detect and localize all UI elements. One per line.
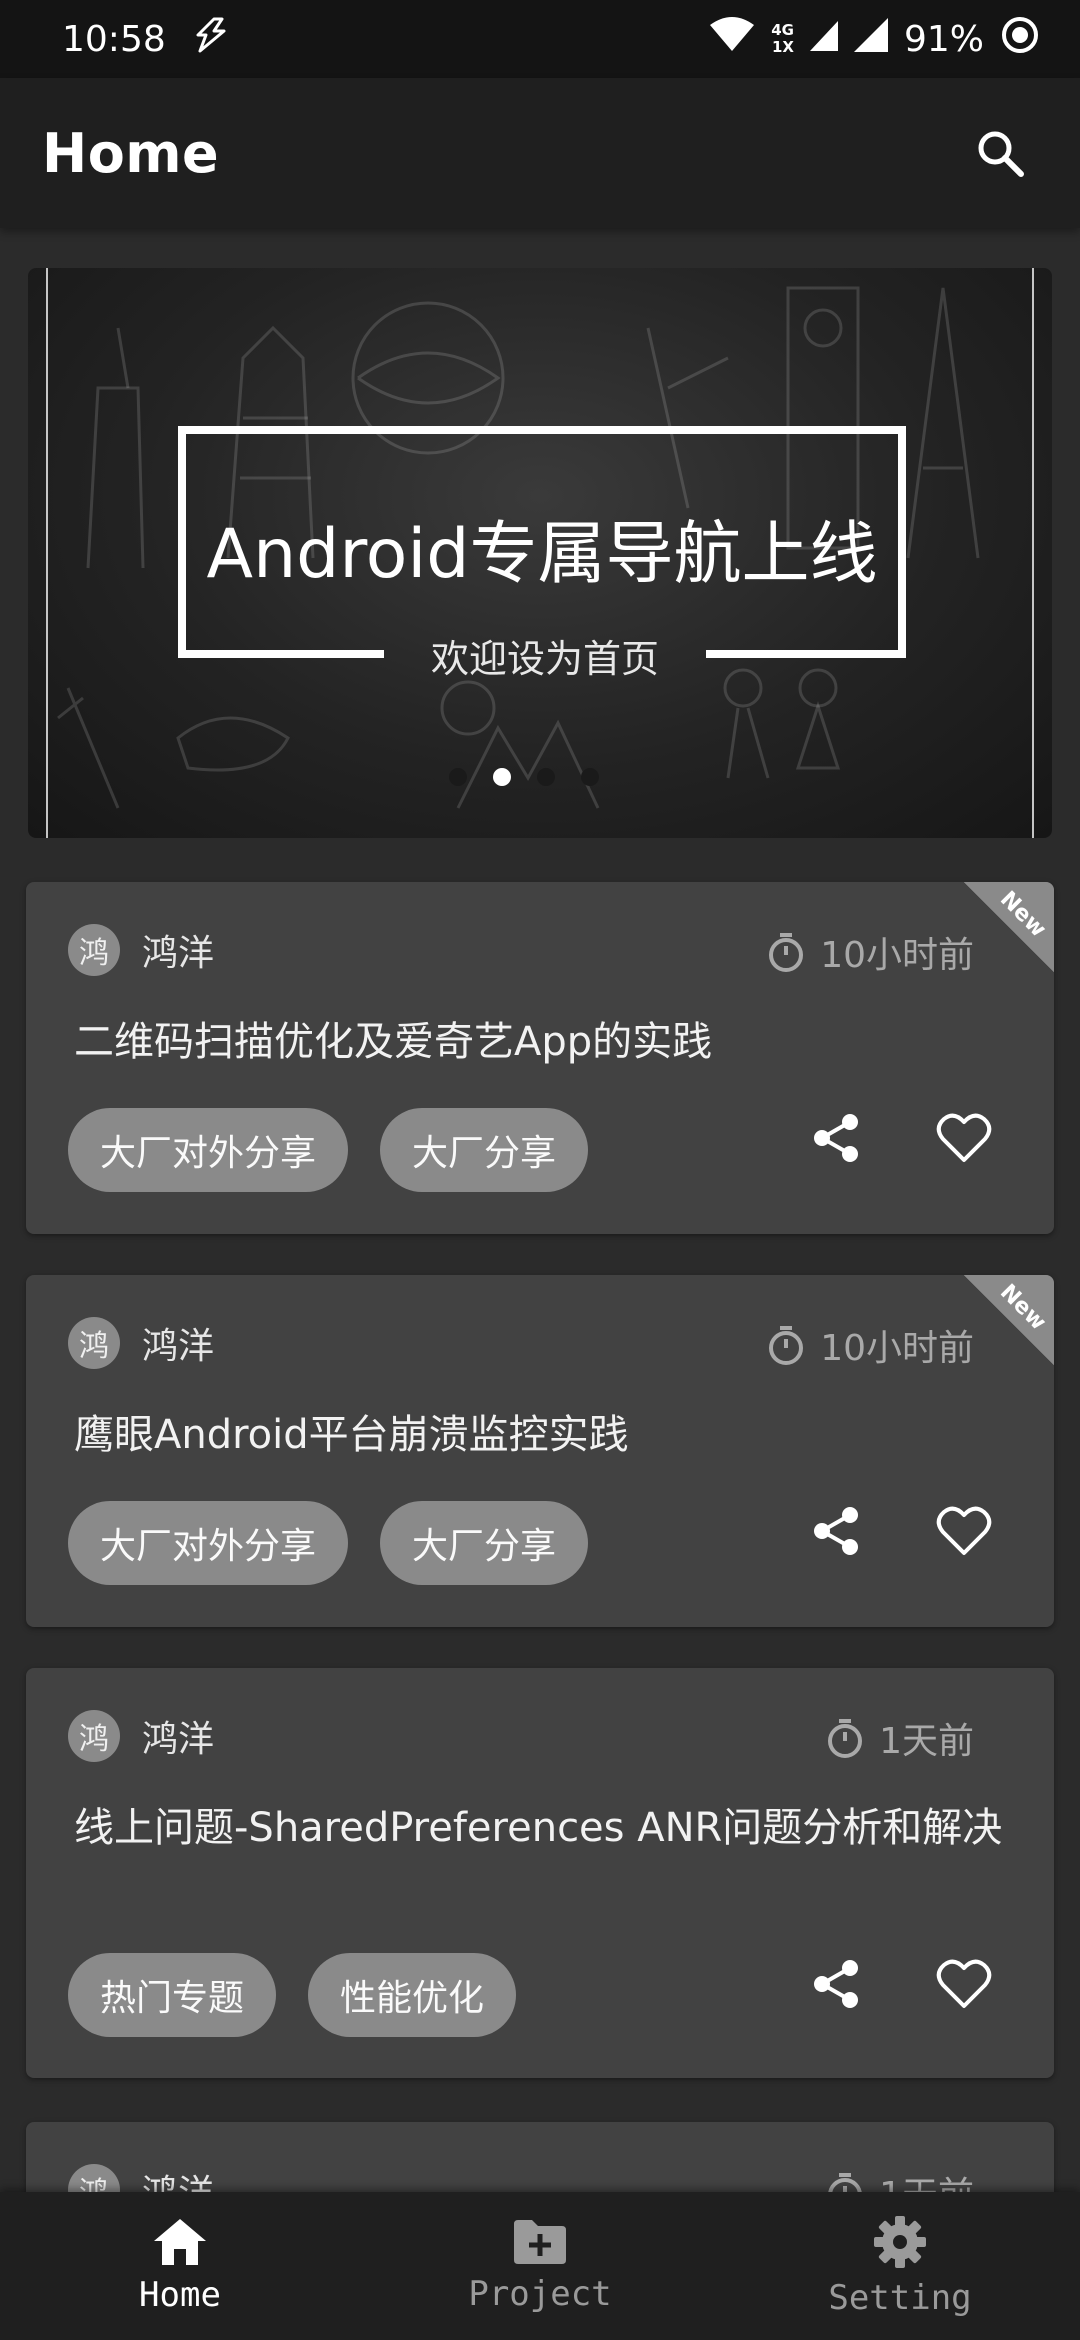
tag-chip[interactable]: 大厂分享 (380, 1501, 589, 1585)
status-time: 10:58 (62, 18, 166, 60)
author-name: 鸿洋 (142, 933, 215, 974)
gear-icon (874, 2216, 926, 2268)
avatar: 鸿 (68, 1710, 120, 1762)
timer-icon (828, 1719, 863, 1758)
time-row: 1天前 (825, 1712, 974, 1764)
search-button[interactable] (960, 113, 1040, 193)
publish-time: 1天前 (879, 1721, 974, 1762)
share-button[interactable] (808, 1956, 864, 2012)
heart-outline-icon (936, 1113, 992, 1162)
share-icon (814, 1960, 858, 2008)
author-row: 鸿 鸿洋 (68, 924, 214, 976)
share-icon (814, 1507, 858, 1555)
heart-outline-icon (936, 1506, 992, 1555)
tag-chip[interactable]: 大厂对外分享 (68, 1501, 349, 1585)
battery-icon (1000, 15, 1040, 64)
card-actions (808, 1503, 992, 1559)
banner-carousel[interactable]: Android专属导航上线 欢迎设为首页 (28, 268, 1052, 838)
author-name: 鸿洋 (142, 1719, 215, 1760)
timer-icon (769, 1326, 804, 1365)
article-card[interactable]: New 鸿 鸿洋 10小时前 二维码扫描优化及爱奇艺App的实践 大厂对外分享 … (26, 882, 1054, 1234)
author-name: 鸿洋 (142, 1326, 215, 1367)
banner-edge-right (1032, 268, 1034, 838)
like-button[interactable] (936, 1110, 992, 1166)
article-card[interactable]: New 鸿 鸿洋 10小时前 鹰眼Android平台崩溃监控实践 大厂对外分享 … (26, 1275, 1054, 1627)
share-button[interactable] (808, 1110, 864, 1166)
battery-level: 91% (903, 18, 984, 60)
article-title[interactable]: 线上问题-SharedPreferences ANR问题分析和解决 (74, 1798, 1034, 1858)
carousel-dot[interactable] (537, 768, 555, 786)
banner-frame-line-right (706, 650, 906, 658)
status-bar: 10:58 4G 1X 91% (0, 0, 1080, 78)
signal-icon-2 (853, 17, 888, 61)
tag-list: 大厂对外分享 大厂分享 (68, 1108, 589, 1192)
banner-frame-line-left (178, 650, 384, 658)
tag-chip[interactable]: 大厂分享 (380, 1108, 589, 1192)
timer-icon (769, 933, 804, 972)
signal-icon-1 (809, 19, 838, 60)
card-actions (808, 1110, 992, 1166)
author-row: 鸿 鸿洋 (68, 1317, 214, 1369)
page-title: Home (42, 121, 220, 185)
author-row: 鸿 鸿洋 (68, 1710, 214, 1762)
article-card[interactable]: 鸿 鸿洋 1天前 线上问题-SharedPreferences ANR问题分析和… (26, 1668, 1054, 2078)
wifi-icon (709, 16, 755, 62)
tag-chip[interactable]: 性能优化 (308, 1953, 517, 2037)
publish-time: 10小时前 (820, 935, 974, 976)
share-icon (814, 1114, 858, 1162)
like-button[interactable] (936, 1503, 992, 1559)
bottom-navigation: Home Project Setting (0, 2192, 1080, 2340)
carousel-dot-active[interactable] (493, 768, 511, 786)
banner-subtitle: 欢迎设为首页 (430, 637, 659, 681)
carousel-dot[interactable] (449, 768, 467, 786)
article-title[interactable]: 鹰眼Android平台崩溃监控实践 (74, 1405, 1034, 1465)
nav-item-home[interactable]: Home (0, 2192, 360, 2340)
banner-edge-left (46, 268, 48, 838)
nav-item-setting[interactable]: Setting (720, 2192, 1080, 2340)
tag-chip[interactable]: 热门专题 (68, 1953, 277, 2037)
carousel-indicator (28, 768, 1036, 786)
carousel-dot[interactable] (581, 768, 599, 786)
tag-list: 热门专题 性能优化 (68, 1953, 517, 2037)
card-actions (808, 1956, 992, 2012)
avatar: 鸿 (68, 924, 120, 976)
time-row: 10小时前 (766, 926, 974, 978)
search-icon (978, 131, 1024, 177)
publish-time: 10小时前 (820, 1328, 974, 1369)
nav-label-project: Project (468, 2274, 612, 2314)
home-icon (154, 2219, 206, 2265)
folder-add-icon (514, 2220, 566, 2264)
avatar: 鸿 (68, 1317, 120, 1369)
tag-chip[interactable]: 大厂对外分享 (68, 1108, 349, 1192)
app-notification-icon (194, 17, 228, 62)
banner-title: Android专属导航上线 (206, 515, 878, 594)
network-type: 4G 1X (771, 21, 794, 56)
heart-outline-icon (936, 1959, 992, 2008)
nav-label-home: Home (139, 2275, 221, 2315)
article-title[interactable]: 二维码扫描优化及爱奇艺App的实践 (74, 1012, 1034, 1072)
time-row: 10小时前 (766, 1319, 974, 1371)
tag-list: 大厂对外分享 大厂分享 (68, 1501, 589, 1585)
like-button[interactable] (936, 1956, 992, 2012)
share-button[interactable] (808, 1503, 864, 1559)
nav-label-setting: Setting (828, 2278, 972, 2318)
nav-item-project[interactable]: Project (360, 2192, 720, 2340)
app-bar: Home (0, 78, 1080, 228)
